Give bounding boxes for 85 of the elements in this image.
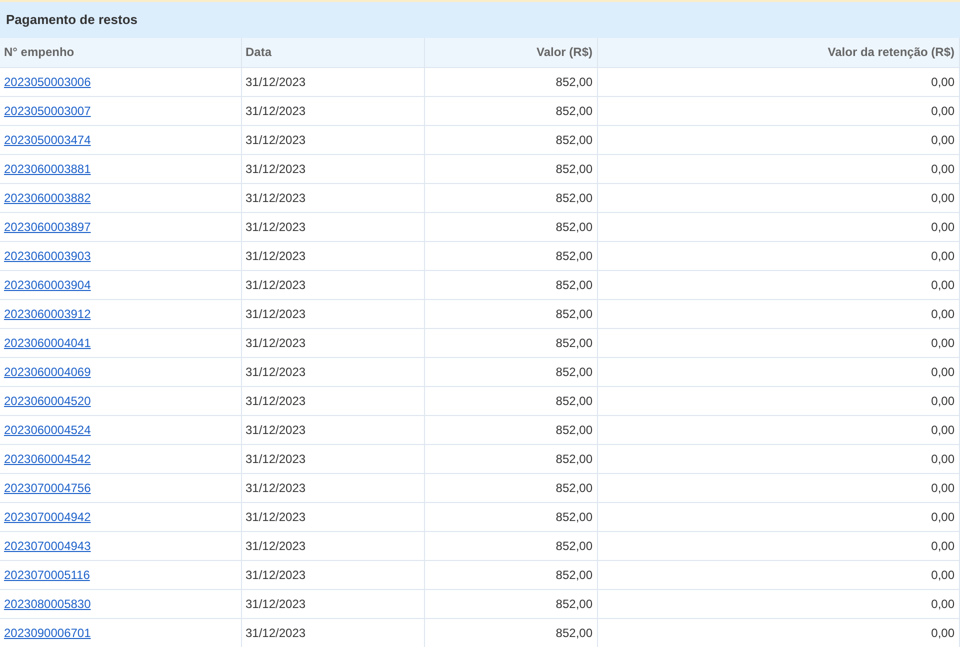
empenho-link[interactable]: 2023060004041 <box>4 336 91 350</box>
table-cell: 0,00 <box>931 568 954 582</box>
table-cell: 852,00 <box>556 452 592 466</box>
table-cell: 852,00 <box>556 104 592 118</box>
empenho-link[interactable]: 2023060003903 <box>4 248 91 262</box>
table-cell: 852,00 <box>556 394 592 408</box>
table-cell: 852,00 <box>556 306 592 320</box>
table-cell: 0,00 <box>931 510 954 524</box>
table-cell: 31/12/2023 <box>246 538 306 552</box>
table-cell: 0,00 <box>931 452 954 466</box>
empenho-link[interactable]: 2023060004524 <box>4 422 91 436</box>
table-cell: 31/12/2023 <box>246 162 306 176</box>
table-cell: 852,00 <box>556 132 592 146</box>
empenho-link[interactable]: 2023050003006 <box>4 74 91 88</box>
empenho-link[interactable]: 2023050003474 <box>4 132 91 146</box>
table-cell: 31/12/2023 <box>246 452 306 466</box>
table-cell: 31/12/2023 <box>246 190 306 204</box>
table-cell: 852,00 <box>556 74 592 88</box>
column-header: Data <box>241 38 424 67</box>
table-cell: 852,00 <box>556 336 592 350</box>
table-cell: 31/12/2023 <box>246 132 306 146</box>
empenho-link[interactable]: 2023070004942 <box>4 510 91 524</box>
table-cell: 31/12/2023 <box>246 104 306 118</box>
table-cell: 852,00 <box>556 568 592 582</box>
column-header: Valor da retenção (R$) <box>597 38 959 67</box>
empenho-link[interactable]: 2023090006701 <box>4 626 91 640</box>
table-cell: 0,00 <box>931 626 954 640</box>
table-cell: 31/12/2023 <box>246 364 306 378</box>
table-cell: 0,00 <box>931 364 954 378</box>
table-cell: 31/12/2023 <box>246 394 306 408</box>
table-cell: 852,00 <box>556 248 592 262</box>
empenho-link[interactable]: 2023060003897 <box>4 220 91 234</box>
empenho-link[interactable]: 2023060003912 <box>4 306 91 320</box>
table-cell: 852,00 <box>556 626 592 640</box>
table-cell: 31/12/2023 <box>246 306 306 320</box>
table-cell: 31/12/2023 <box>246 220 306 234</box>
table-cell: 852,00 <box>556 364 592 378</box>
table-cell: 31/12/2023 <box>246 422 306 436</box>
empenho-link[interactable]: 2023050003007 <box>4 104 91 118</box>
table-cell: 0,00 <box>931 422 954 436</box>
table-cell: 0,00 <box>931 220 954 234</box>
table-cell: 852,00 <box>556 162 592 176</box>
table-cell: 852,00 <box>556 190 592 204</box>
column-header: N° empenho <box>0 38 241 67</box>
empenho-link[interactable]: 2023070005116 <box>4 568 90 582</box>
column-header: Valor (R$) <box>424 38 597 67</box>
table-cell: 0,00 <box>931 104 954 118</box>
empenho-link[interactable]: 2023080005830 <box>4 596 91 610</box>
table-cell: 31/12/2023 <box>246 626 306 640</box>
table-cell: 852,00 <box>556 538 592 552</box>
table-cell: 0,00 <box>931 336 954 350</box>
table-cell: 852,00 <box>556 510 592 524</box>
table-cell: 852,00 <box>556 220 592 234</box>
table-cell: 0,00 <box>931 74 954 88</box>
table-cell: 0,00 <box>931 248 954 262</box>
table-cell: 0,00 <box>931 190 954 204</box>
table-cell: 31/12/2023 <box>246 248 306 262</box>
table-cell: 31/12/2023 <box>246 74 306 88</box>
table-cell: 0,00 <box>931 394 954 408</box>
table-cell: 0,00 <box>931 162 954 176</box>
table-cell: 0,00 <box>931 132 954 146</box>
table-cell: 0,00 <box>931 306 954 320</box>
table-cell: 31/12/2023 <box>246 510 306 524</box>
table-cell: 0,00 <box>931 278 954 292</box>
table-cell: 31/12/2023 <box>246 596 306 610</box>
table-cell: 0,00 <box>931 538 954 552</box>
empenho-link[interactable]: 2023060004069 <box>4 364 91 378</box>
empenho-link[interactable]: 2023060003881 <box>4 162 91 176</box>
empenho-link[interactable]: 2023060003904 <box>4 278 91 292</box>
table-cell: 0,00 <box>931 480 954 494</box>
table-cell: 0,00 <box>931 596 954 610</box>
empenho-link[interactable]: 2023060003882 <box>4 190 91 204</box>
table-cell: 31/12/2023 <box>246 336 306 350</box>
panel-title: Pagamento de restos <box>6 11 138 30</box>
empenho-link[interactable]: 2023060004542 <box>4 452 91 466</box>
table-cell: 852,00 <box>556 278 592 292</box>
table-cell: 31/12/2023 <box>246 568 306 582</box>
table-cell: 31/12/2023 <box>246 480 306 494</box>
empenho-link[interactable]: 2023060004520 <box>4 394 91 408</box>
table-cell: 852,00 <box>556 422 592 436</box>
table-cell: 852,00 <box>556 480 592 494</box>
empenho-link[interactable]: 2023070004943 <box>4 538 91 552</box>
table-cell: 31/12/2023 <box>246 278 306 292</box>
table-cell: 852,00 <box>556 596 592 610</box>
empenho-link[interactable]: 2023070004756 <box>4 480 91 494</box>
